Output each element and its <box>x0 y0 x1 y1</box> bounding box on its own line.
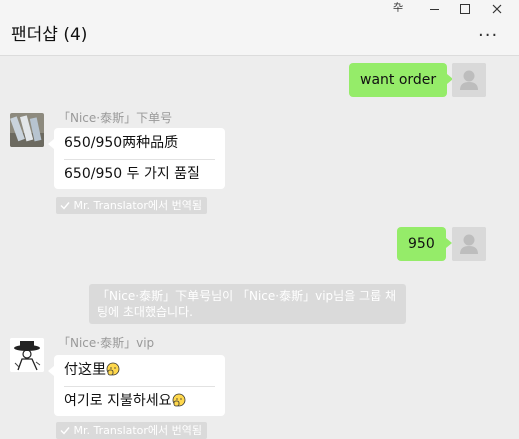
translation-badge-text: Mr. Translator에서 번역됨 <box>73 199 203 212</box>
incoming-message-bubble[interactable]: 付这里 여기로 지불하세요 <box>48 355 225 416</box>
face-palm-emoji-icon <box>172 393 185 407</box>
sender-avatar[interactable] <box>10 338 44 372</box>
close-icon <box>492 4 502 14</box>
sender-name: 「Nice·泰斯」下单号 <box>58 111 173 125</box>
close-button[interactable] <box>483 1 511 17</box>
sender-name: 「Nice·泰斯」vip <box>58 336 155 350</box>
rolled-paper-photo <box>10 113 44 147</box>
sketch-hat-figure <box>10 338 44 372</box>
minimize-icon <box>429 8 439 10</box>
title-bar: 卆 팬더샵 (4) ... <box>0 0 519 56</box>
outgoing-message-bubble[interactable]: want order <box>349 63 454 97</box>
translated-text-row: 여기로 지불하세요 <box>64 387 215 415</box>
minimize-button[interactable] <box>420 1 448 17</box>
translation-badge: Mr. Translator에서 번역됨 <box>56 422 208 439</box>
translation-badge-text: Mr. Translator에서 번역됨 <box>73 424 203 437</box>
user-silhouette-icon <box>452 63 486 97</box>
user-silhouette-icon <box>452 227 486 261</box>
face-palm-emoji-icon <box>106 362 120 376</box>
my-avatar[interactable] <box>452 227 486 261</box>
check-icon <box>60 202 70 210</box>
incoming-message-bubble[interactable]: 650/950两种品质 650/950 두 가지 품질 <box>48 128 225 189</box>
translated-text: 여기로 지불하세요 <box>64 393 172 409</box>
outgoing-message-bubble[interactable]: 950 <box>397 227 452 261</box>
maximize-button[interactable] <box>451 1 479 17</box>
original-text-row: 付这里 <box>64 355 215 386</box>
system-message: 「Nice·泰斯」下单号님이 「Nice·泰斯」vip님을 그룹 채팅에 초대했… <box>89 284 406 324</box>
translation-badge: Mr. Translator에서 번역됨 <box>56 197 208 214</box>
check-icon <box>60 427 70 435</box>
my-avatar[interactable] <box>452 63 486 97</box>
maximize-icon <box>460 4 470 14</box>
sender-avatar[interactable] <box>10 113 44 147</box>
original-text: 付这里 <box>64 362 106 378</box>
translated-text: 650/950 두 가지 품질 <box>64 166 200 182</box>
original-text: 650/950两种品质 <box>64 135 179 151</box>
chat-title: 팬더샵 (4) <box>11 25 88 45</box>
more-options-button[interactable]: ... <box>478 22 498 40</box>
pin-button[interactable]: 卆 <box>384 1 412 17</box>
